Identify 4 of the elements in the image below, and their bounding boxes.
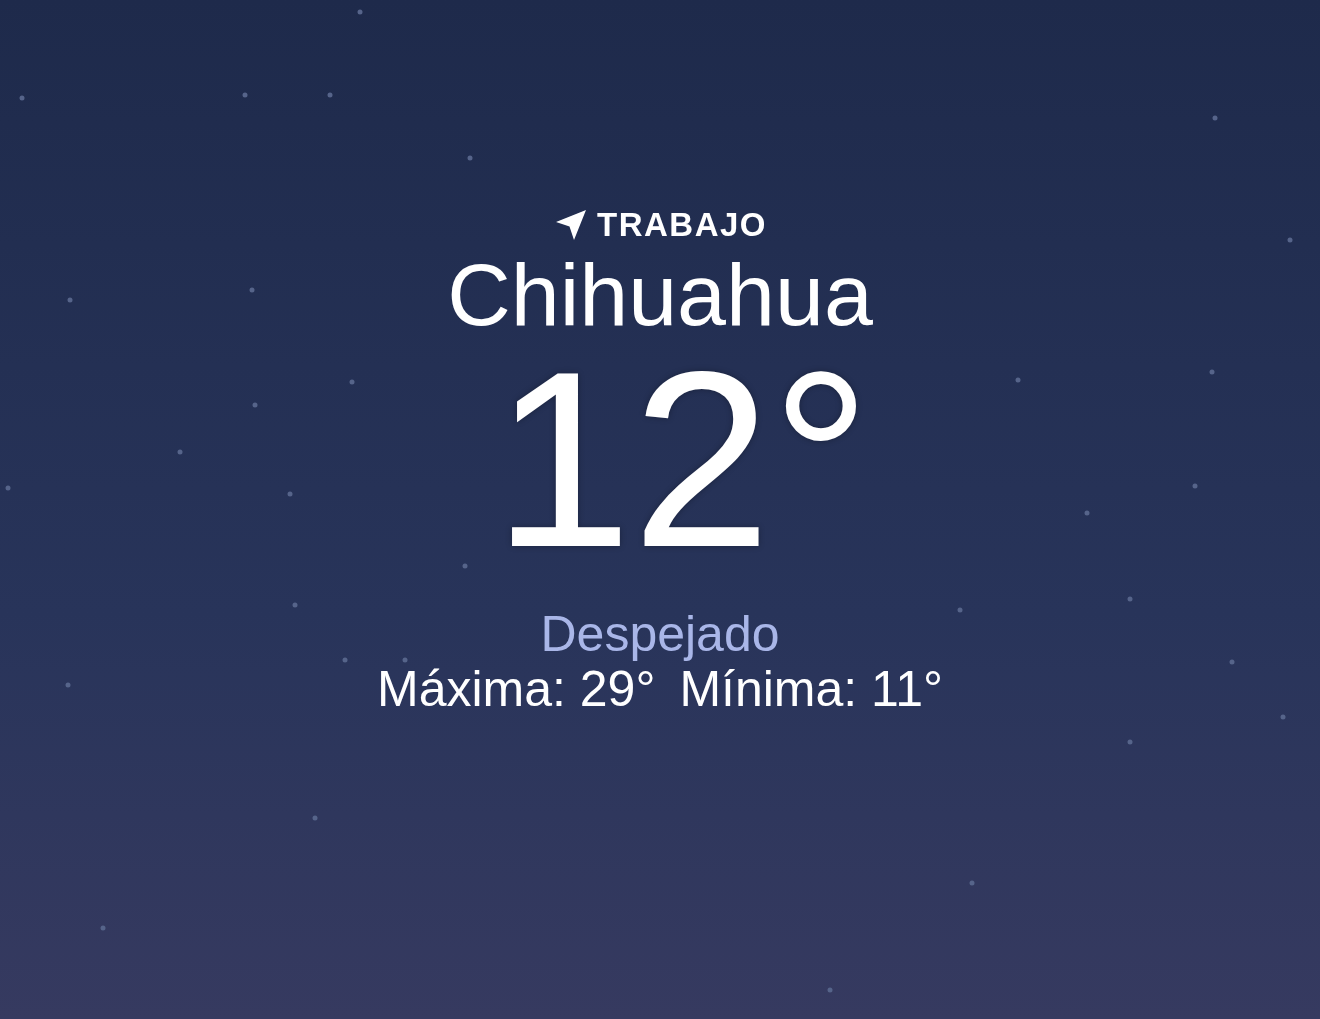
low-temperature: Mínima: 11° xyxy=(679,662,943,718)
high-temperature: Máxima: 29° xyxy=(377,662,656,718)
weather-condition: Despejado xyxy=(540,607,780,663)
location-label: TRABAJO xyxy=(597,205,767,245)
